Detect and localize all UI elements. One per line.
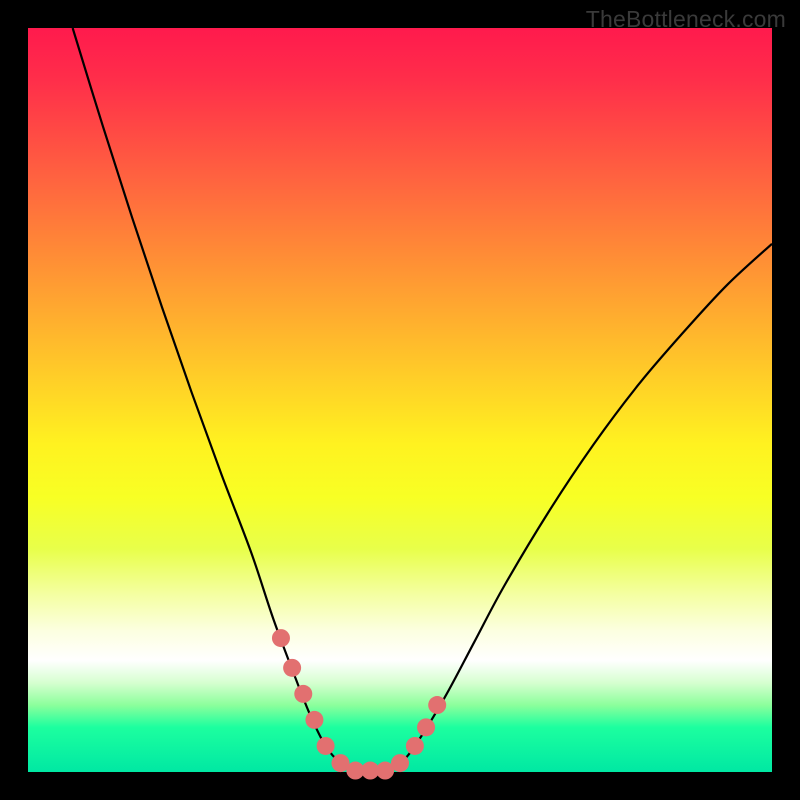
bottleneck-curve xyxy=(73,28,772,771)
marker-dot xyxy=(391,754,409,772)
chart-svg xyxy=(28,28,772,772)
highlight-markers xyxy=(272,629,446,779)
marker-dot xyxy=(417,718,435,736)
marker-dot xyxy=(317,737,335,755)
chart-plot-area xyxy=(28,28,772,772)
marker-dot xyxy=(406,737,424,755)
marker-dot xyxy=(294,685,312,703)
marker-dot xyxy=(272,629,290,647)
marker-dot xyxy=(305,711,323,729)
watermark-text: TheBottleneck.com xyxy=(586,6,786,33)
marker-dot xyxy=(428,696,446,714)
marker-dot xyxy=(283,659,301,677)
